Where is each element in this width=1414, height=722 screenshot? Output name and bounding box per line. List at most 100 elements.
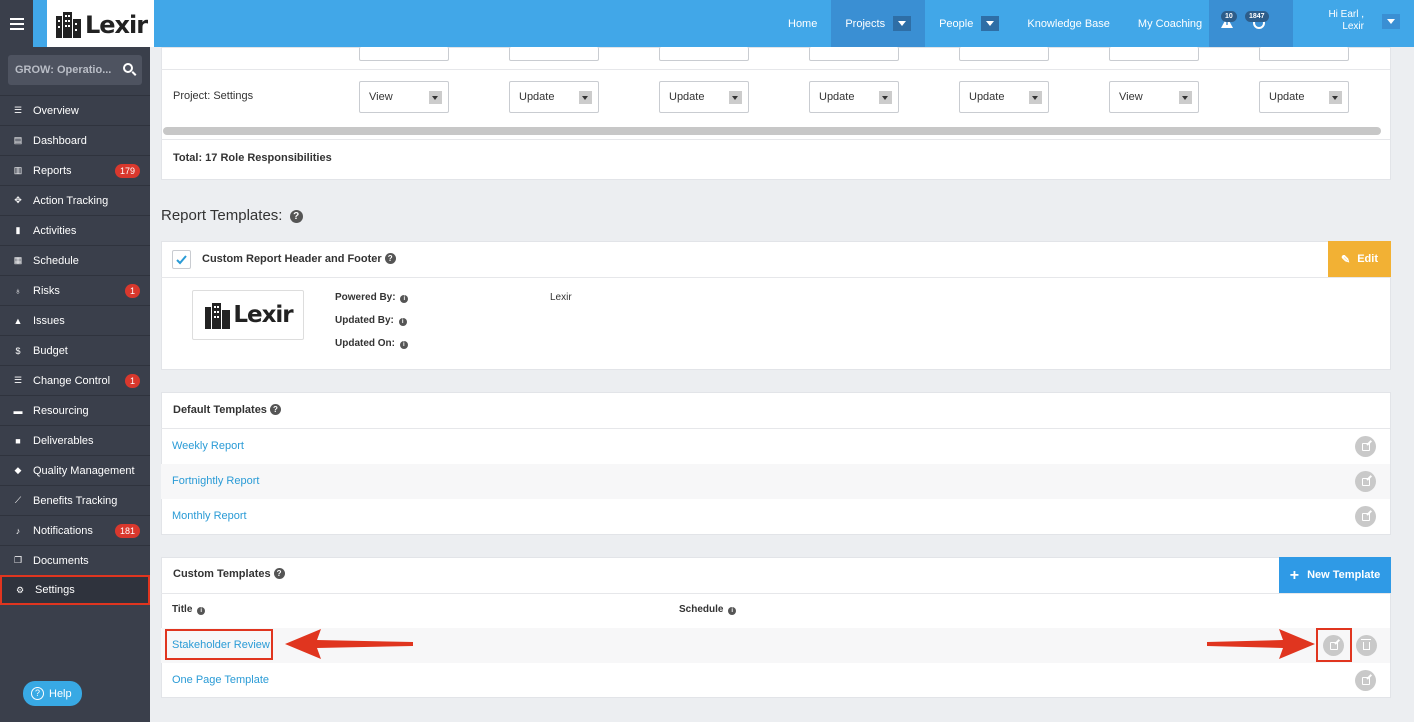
role-select-value: Update	[669, 91, 705, 103]
list-icon: ☰	[13, 375, 23, 385]
new-template-button[interactable]: + New Template	[1279, 557, 1391, 593]
sidebar-item-notifications[interactable]: ♪ Notifications 181	[0, 515, 150, 545]
template-link-fortnightly[interactable]: Fortnightly Report	[172, 475, 259, 487]
pencil-icon	[1361, 676, 1370, 685]
dollar-icon: $	[15, 345, 21, 356]
role-select-cut[interactable]	[959, 47, 1049, 61]
role-total: Total: 17 Role Responsibilities	[173, 152, 332, 164]
template-link-one-page[interactable]: One Page Template	[172, 674, 269, 686]
edit-template-button[interactable]	[1355, 670, 1376, 691]
role-select-cut[interactable]	[1109, 47, 1199, 61]
role-select[interactable]: Update	[809, 81, 899, 113]
role-select[interactable]: Update	[1259, 81, 1349, 113]
menu-toggle-button[interactable]	[0, 0, 33, 47]
user-greeting: Hi Earl ,	[1328, 9, 1364, 20]
help-icon[interactable]: ?	[289, 210, 303, 223]
custom-header-label-text: Custom Report Header and Footer	[202, 253, 382, 265]
crosshair-icon: ✥	[14, 195, 22, 205]
report-logo-preview: Lexir	[192, 290, 304, 340]
pencil-icon	[1361, 512, 1370, 521]
chevron-down-icon	[879, 91, 892, 104]
sidebar-item-risks[interactable]: ♁ Risks 1	[0, 275, 150, 305]
edit-template-button[interactable]	[1355, 436, 1376, 457]
new-template-label: New Template	[1307, 569, 1381, 581]
default-templates-title: Default Templates?	[173, 404, 281, 416]
sidebar-item-label: Change Control	[33, 374, 111, 387]
role-select[interactable]: Update	[659, 81, 749, 113]
table-row-stripe	[161, 464, 1390, 499]
delete-template-button[interactable]	[1356, 635, 1377, 656]
sidebar-item-documents[interactable]: ❐ Documents	[0, 545, 150, 575]
sidebar-item-dashboard[interactable]: ▤ Dashboard	[0, 125, 150, 155]
nav-people-label: People	[939, 17, 974, 30]
nav-home[interactable]: Home	[774, 0, 831, 47]
project-search-input[interactable]: GROW: Operatio...	[8, 55, 142, 85]
custom-templates-title-text: Custom Templates	[173, 568, 271, 580]
folder-icon: ▬	[13, 405, 23, 416]
role-select-cut[interactable]	[809, 47, 899, 61]
role-select[interactable]: View	[1109, 81, 1199, 113]
sidebar-item-resourcing[interactable]: ▬ Resourcing	[0, 395, 150, 425]
role-select-value: Update	[1269, 91, 1305, 103]
help-icon[interactable]: ?	[384, 253, 396, 264]
sidebar-item-quality-management[interactable]: ◆ Quality Management	[0, 455, 150, 485]
role-select-cut[interactable]	[659, 47, 749, 61]
sidebar-item-settings[interactable]: ⚙ Settings	[0, 575, 150, 605]
nav-projects[interactable]: Projects	[831, 0, 926, 47]
edit-template-button[interactable]	[1355, 471, 1376, 492]
role-select-cut[interactable]	[509, 47, 599, 61]
help-button[interactable]: ? Help	[23, 681, 82, 706]
custom-header-checkbox[interactable]	[172, 250, 191, 269]
projects-dropdown-icon[interactable]	[893, 16, 912, 31]
building-logo-icon	[55, 11, 81, 38]
sidebar-item-issues[interactable]: ▲ Issues	[0, 305, 150, 335]
template-link-weekly[interactable]: Weekly Report	[172, 440, 244, 452]
sidebar-item-overview[interactable]: ☰ Overview	[0, 95, 150, 125]
role-select-value: View	[369, 91, 393, 103]
row-divider	[161, 69, 1390, 70]
role-select-cut[interactable]	[1259, 47, 1349, 61]
nav-people[interactable]: People	[925, 0, 1013, 47]
sidebar-item-action-tracking[interactable]: ✥ Action Tracking	[0, 185, 150, 215]
role-select-cut[interactable]	[359, 47, 449, 61]
info-icon[interactable]: i	[400, 295, 409, 303]
help-icon[interactable]: ?	[269, 404, 281, 415]
sidebar-item-activities[interactable]: ▮ Activities	[0, 215, 150, 245]
role-select-value: Update	[819, 91, 855, 103]
horizontal-scrollbar[interactable]	[163, 127, 1381, 135]
role-select[interactable]: View	[359, 81, 449, 113]
search-icon[interactable]	[123, 63, 133, 73]
sidebar-item-benefits-tracking[interactable]: ⟋ Benefits Tracking	[0, 485, 150, 515]
info-icon[interactable]: i	[197, 607, 206, 615]
sidebar-item-schedule[interactable]: ▦ Schedule	[0, 245, 150, 275]
user-dropdown-icon[interactable]	[1382, 14, 1400, 29]
plus-icon: +	[1289, 566, 1300, 584]
logo[interactable]: Lexir	[47, 0, 154, 47]
sidebar-item-reports[interactable]: ▥ Reports 179	[0, 155, 150, 185]
nav-home-label: Home	[788, 17, 818, 30]
sidebar-item-change-control[interactable]: ☰ Change Control 1	[0, 365, 150, 395]
template-link-monthly[interactable]: Monthly Report	[172, 510, 247, 522]
edit-button[interactable]: ✎ Edit	[1328, 241, 1391, 277]
change-control-count-badge: 1	[124, 374, 140, 388]
user-menu[interactable]: Hi Earl , Lexir	[1328, 9, 1364, 33]
highlight-box	[165, 629, 273, 660]
info-icon[interactable]: i	[728, 607, 737, 615]
info-icon[interactable]: i	[399, 341, 408, 349]
info-icon[interactable]: i	[398, 318, 407, 326]
arrow-left-annotation	[285, 629, 413, 659]
nav-my-coaching[interactable]: My Coaching	[1124, 0, 1216, 47]
chevron-down-icon	[1329, 91, 1342, 104]
sidebar-item-budget[interactable]: $ Budget	[0, 335, 150, 365]
top-navbar: Lexir Home Projects People Knowledge Bas…	[0, 0, 1414, 47]
role-select[interactable]: Update	[509, 81, 599, 113]
sidebar-item-label: Benefits Tracking	[33, 494, 118, 507]
calendar-icon: ▦	[13, 255, 23, 265]
sidebar-item-deliverables[interactable]: ■ Deliverables	[0, 425, 150, 455]
role-select[interactable]: Update	[959, 81, 1049, 113]
people-dropdown-icon[interactable]	[981, 16, 1000, 31]
role-select-value: Update	[519, 91, 555, 103]
edit-template-button[interactable]	[1355, 506, 1376, 527]
help-icon[interactable]: ?	[273, 568, 285, 579]
nav-knowledge-base[interactable]: Knowledge Base	[1013, 0, 1124, 47]
